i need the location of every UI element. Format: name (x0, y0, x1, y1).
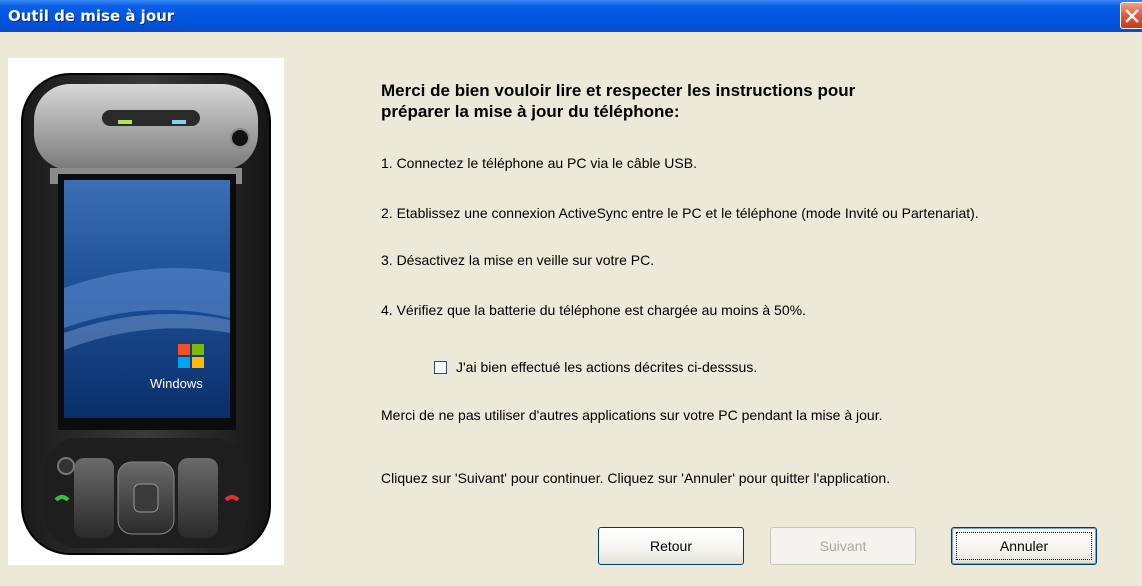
next-button-label: Suivant (819, 538, 867, 554)
next-button[interactable]: Suivant (770, 527, 916, 565)
step-1: 1. Connectez le téléphone au PC via le c… (381, 155, 697, 171)
step-2: 2. Etablissez une connexion ActiveSync e… (381, 205, 979, 221)
cancel-button-label: Annuler (999, 538, 1049, 554)
phone-illustration: Windows (21, 73, 271, 555)
close-icon (1125, 9, 1139, 23)
confirm-checkbox[interactable] (434, 361, 447, 374)
dialog-window: Outil de mise à jour Windows Merci de bi… (0, 0, 1142, 586)
window-title: Outil de mise à jour (8, 7, 175, 25)
heading-line-2: préparer la mise à jour du téléphone: (381, 102, 680, 121)
back-button[interactable]: Retour (598, 527, 744, 565)
instructions-heading: Merci de bien vouloir lire et respecter … (381, 80, 1081, 122)
back-button-label: Retour (649, 538, 693, 554)
cancel-button[interactable]: Annuler (951, 527, 1097, 565)
step-4: 4. Vérifiez que la batterie du téléphone… (381, 302, 806, 318)
close-button[interactable] (1120, 2, 1142, 29)
device-image: Windows (8, 58, 284, 565)
step-3: 3. Désactivez la mise en veille sur votr… (381, 252, 655, 268)
windows-logo-text: Windows (150, 376, 203, 391)
heading-line-1: Merci de bien vouloir lire et respecter … (381, 81, 856, 100)
title-bar[interactable]: Outil de mise à jour (0, 0, 1142, 32)
navigation-instructions: Cliquez sur 'Suivant' pour continuer. Cl… (381, 470, 891, 486)
confirm-checkbox-label[interactable]: J'ai bien effectué les actions décrites … (456, 359, 757, 375)
warning-text: Merci de ne pas utiliser d'autres applic… (381, 407, 883, 423)
